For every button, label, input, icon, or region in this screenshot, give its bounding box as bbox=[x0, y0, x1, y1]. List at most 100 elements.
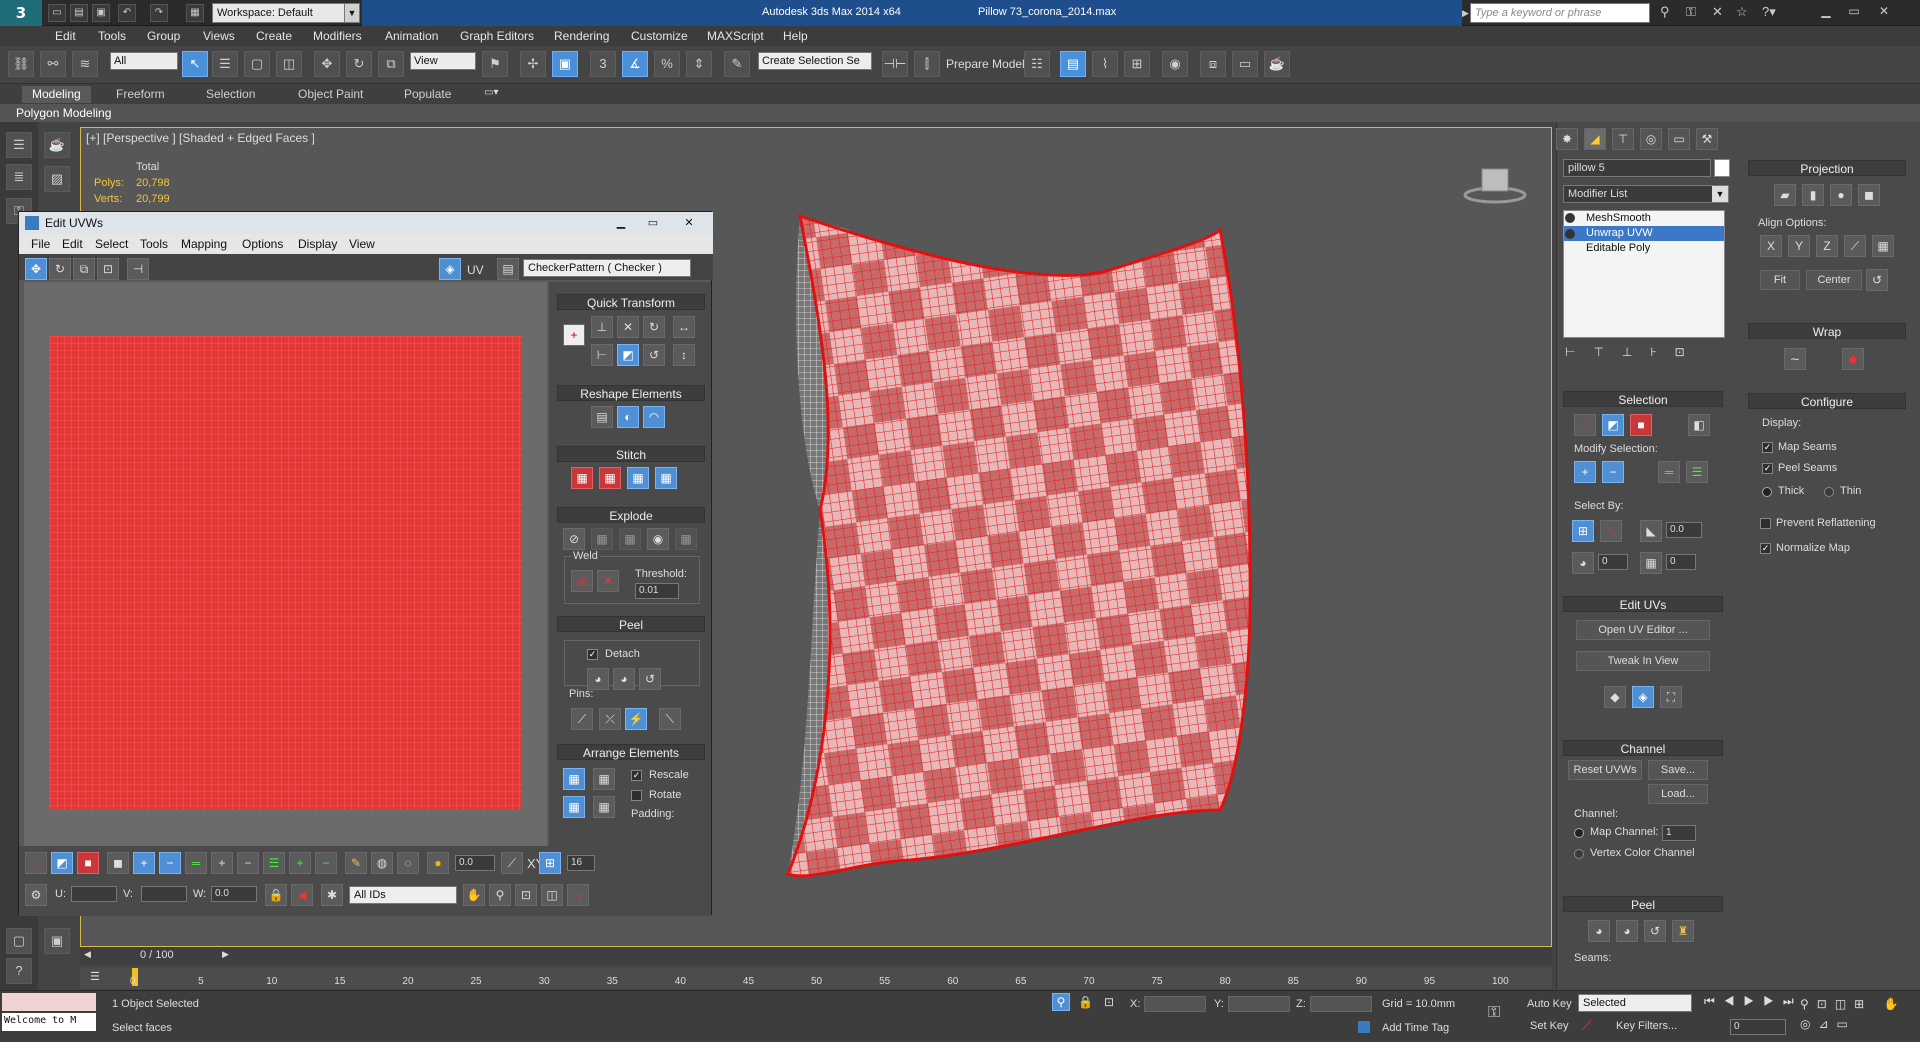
cylindrical-map-icon[interactable]: ▮ bbox=[1802, 184, 1824, 206]
paint-reduce-icon[interactable]: ◌ bbox=[397, 852, 419, 874]
pack-custom-icon[interactable]: ▦ bbox=[563, 768, 585, 790]
named-selection-select[interactable]: Create Selection Se bbox=[758, 52, 872, 70]
time-tag-icon[interactable] bbox=[1358, 1021, 1370, 1033]
loop-icon[interactable]: ═ bbox=[185, 852, 207, 874]
polygon-select-icon[interactable]: ■ bbox=[1630, 414, 1652, 436]
quick-planar-icon[interactable]: ◆ bbox=[1604, 686, 1626, 708]
hierarchy-tab-icon[interactable]: ⊤ bbox=[1612, 128, 1634, 150]
uvw-maximize-icon[interactable]: ▭ bbox=[641, 212, 665, 234]
maxscript-listener-output[interactable] bbox=[2, 993, 96, 1011]
unpin-icon[interactable]: ⟍ bbox=[659, 708, 681, 730]
straighten-icon[interactable]: ◩ bbox=[617, 344, 639, 366]
camera-icon[interactable]: ▣ bbox=[44, 928, 70, 954]
mirror-icon[interactable]: ⊣⊢ bbox=[882, 51, 908, 77]
star-icon[interactable]: ☆ bbox=[1736, 4, 1756, 22]
rectangular-selection-icon[interactable]: ▢ bbox=[244, 51, 270, 77]
modifier-list-select[interactable]: Modifier List bbox=[1563, 185, 1729, 203]
soft-select-spinner[interactable]: 0.0 bbox=[455, 855, 495, 871]
z-coordinate-field[interactable] bbox=[1310, 996, 1372, 1012]
uvw-minimize-icon[interactable]: ▁ bbox=[609, 212, 633, 234]
select-by-name-icon[interactable]: ☰ bbox=[212, 51, 238, 77]
shrink-selection-icon[interactable]: − bbox=[159, 852, 181, 874]
pillow-mesh[interactable] bbox=[780, 210, 1360, 890]
modifier-stack[interactable]: MeshSmooth Unwrap UVW Editable Poly bbox=[1563, 210, 1725, 338]
set-key-icon[interactable]: ⚿ bbox=[1488, 1004, 1500, 1022]
maximize-icon[interactable]: ▭ bbox=[1842, 2, 1866, 22]
render-setup-icon[interactable]: ⧈ bbox=[1200, 51, 1226, 77]
peel-mode-icon[interactable]: ◕ bbox=[613, 668, 635, 690]
center-button[interactable]: Center bbox=[1806, 270, 1862, 290]
rescale-checkbox[interactable]: ✓ bbox=[631, 770, 642, 781]
menu-animation[interactable]: Animation bbox=[385, 26, 438, 46]
explode-rollout[interactable]: Explode bbox=[557, 507, 705, 523]
explode-edge-icon[interactable]: ▦ bbox=[591, 528, 613, 550]
peel-rollout-panel[interactable]: Peel bbox=[1563, 896, 1723, 912]
smoothing-group-spinner[interactable]: 0 bbox=[1666, 554, 1696, 570]
uv-checker-grid[interactable] bbox=[50, 336, 522, 810]
time-slider-label[interactable]: 0 / 100 bbox=[140, 949, 174, 961]
quick-peel-panel-icon[interactable]: ◕ bbox=[1588, 920, 1610, 942]
edit-named-selection-icon[interactable]: ✎ bbox=[724, 51, 750, 77]
auto-key-button[interactable]: Auto Key bbox=[1527, 998, 1572, 1010]
uvw-mirror-icon[interactable]: ⊣ bbox=[127, 258, 149, 280]
curve-editor-icon[interactable]: ⌇ bbox=[1092, 51, 1118, 77]
tab-freeform[interactable]: Freeform bbox=[106, 86, 175, 103]
schematic-view-icon[interactable]: ⊞ bbox=[1124, 51, 1150, 77]
menu-views[interactable]: Views bbox=[203, 26, 235, 46]
select-object-icon[interactable]: ↖ bbox=[182, 51, 208, 77]
uvw-menu-tools[interactable]: Tools bbox=[140, 237, 168, 251]
visibility-bulb-icon[interactable] bbox=[1565, 213, 1575, 223]
paint-size-icon[interactable]: ◍ bbox=[371, 852, 393, 874]
weld-selected-icon[interactable]: ✕ bbox=[597, 570, 619, 592]
help-circle-icon[interactable]: ? bbox=[6, 958, 32, 984]
menu-customize[interactable]: Customize bbox=[631, 26, 688, 46]
peel-seams-checkbox[interactable]: ✓ bbox=[1762, 463, 1773, 474]
ribbon-options-icon[interactable]: ▭▾ bbox=[484, 87, 508, 101]
rotate-checkbox[interactable] bbox=[631, 790, 642, 801]
uvw-menu-file[interactable]: File bbox=[31, 237, 50, 251]
reset-peel-icon[interactable]: ↺ bbox=[639, 668, 661, 690]
grow-icon[interactable]: + bbox=[1574, 461, 1596, 483]
y-coordinate-field[interactable] bbox=[1228, 996, 1290, 1012]
save-icon[interactable]: ▣ bbox=[92, 4, 110, 22]
relax-dome-icon[interactable]: ◠ bbox=[643, 406, 665, 428]
projection-rollout[interactable]: Projection bbox=[1748, 160, 1906, 176]
stitch-target-icon[interactable]: ▦ bbox=[599, 467, 621, 489]
project-folder-icon[interactable]: ▦ bbox=[186, 4, 204, 22]
binoculars-icon[interactable]: ⚲ bbox=[1660, 4, 1680, 22]
spinner-snap-icon[interactable]: ⇕ bbox=[686, 51, 712, 77]
chevron-left-icon[interactable]: ◀ bbox=[84, 949, 96, 963]
select-by-smoothing-icon[interactable]: ▦ bbox=[1640, 552, 1662, 574]
vertex-select-icon[interactable]: ·: bbox=[1574, 414, 1596, 436]
planar-map-icon[interactable]: ▰ bbox=[1774, 184, 1796, 206]
object-name-field[interactable]: pillow 5 bbox=[1563, 159, 1711, 177]
peel-mode-panel-icon[interactable]: ◕ bbox=[1616, 920, 1638, 942]
render-teapot-icon[interactable]: ☕ bbox=[1264, 51, 1290, 77]
reset-uvws-button[interactable]: Reset UVWs bbox=[1568, 760, 1642, 780]
stitch-source-icon[interactable]: ▦ bbox=[655, 467, 677, 489]
align-x-button[interactable]: X bbox=[1760, 235, 1782, 257]
space-horizontal-icon[interactable]: ↔ bbox=[673, 316, 695, 338]
link-icon[interactable]: ⛓ bbox=[8, 51, 34, 77]
freeze-icon[interactable]: ✱ bbox=[321, 884, 343, 906]
tab-selection[interactable]: Selection bbox=[196, 86, 265, 103]
weld-target-icon[interactable]: ◎ bbox=[571, 570, 593, 592]
x-coordinate-field[interactable] bbox=[1144, 996, 1206, 1012]
stack-tools-row[interactable]: ⊢⊤⊥⊦⊡ bbox=[1565, 345, 1755, 363]
wrap-rollout[interactable]: Wrap bbox=[1748, 323, 1906, 339]
menu-help[interactable]: Help bbox=[783, 26, 808, 46]
modify-tab-icon[interactable]: ◢ bbox=[1584, 128, 1606, 150]
tab-object-paint[interactable]: Object Paint bbox=[288, 86, 373, 103]
maxscript-mini-listener[interactable]: Welcome to M bbox=[2, 1013, 96, 1031]
quick-map-icon[interactable]: ◈ bbox=[1632, 686, 1654, 708]
uvw-map-icon[interactable]: ◈ bbox=[439, 258, 461, 280]
uvw-menu-options[interactable]: Options bbox=[242, 237, 283, 251]
material-id-spinner[interactable]: 0 bbox=[1598, 554, 1628, 570]
prepare-model-label[interactable]: Prepare Model bbox=[946, 57, 1025, 71]
edge-distance-icon[interactable]: ⟋ bbox=[501, 852, 523, 874]
selection-filter-select[interactable]: All bbox=[110, 52, 178, 70]
angle-snap-icon[interactable]: ∡ bbox=[622, 51, 648, 77]
mini-curve-icon[interactable]: ☰ bbox=[90, 970, 110, 986]
map-channel-radio[interactable] bbox=[1574, 828, 1584, 838]
grow-ring-icon[interactable]: + bbox=[289, 852, 311, 874]
